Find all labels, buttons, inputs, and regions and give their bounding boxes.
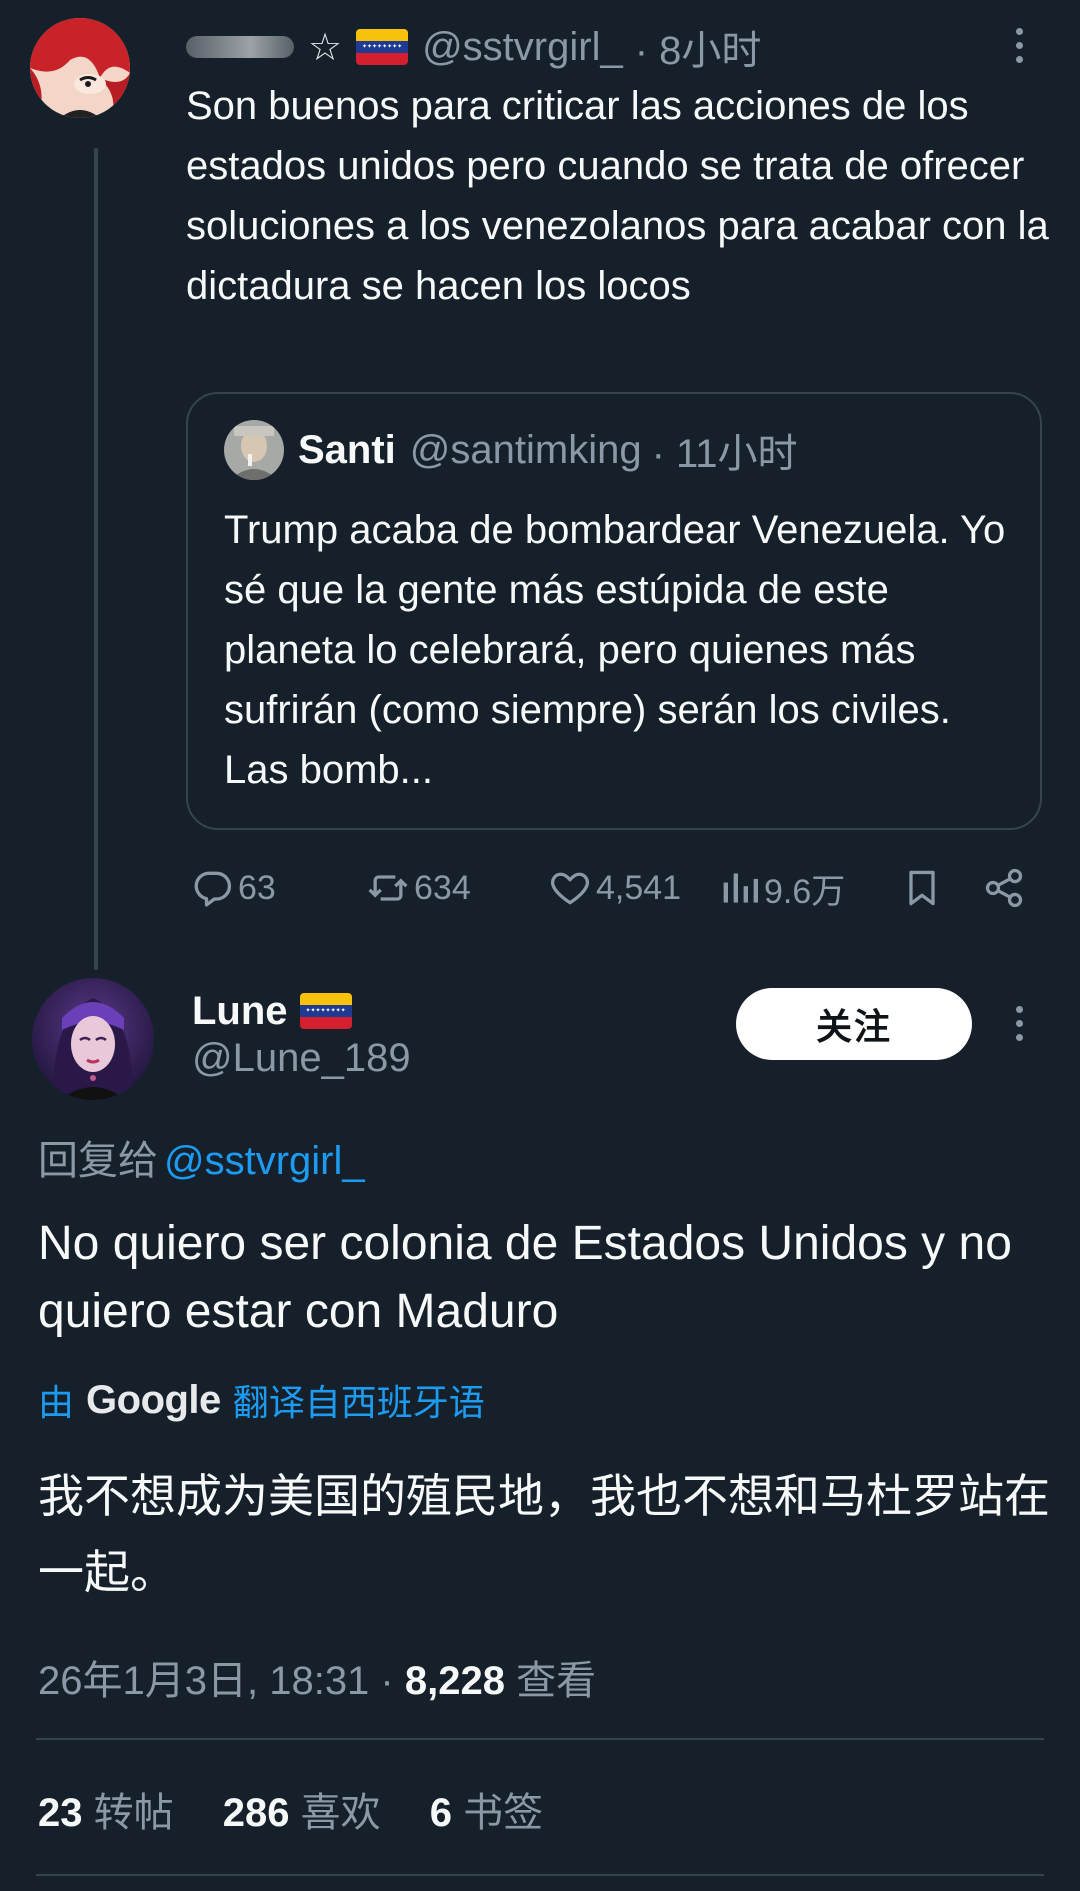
bookmark-button[interactable] — [896, 858, 944, 918]
parent-tweet-time[interactable]: · 8小时 — [635, 18, 762, 76]
repost-icon — [366, 866, 410, 910]
main-author-handle[interactable]: @Lune_189 — [192, 1036, 411, 1081]
parent-tweet-header: ☆ ✦✦✦✦✦✦✦✦ @sstvrgirl_ · 8小时 — [186, 18, 761, 76]
share-button[interactable] — [978, 858, 1026, 918]
heart-icon — [548, 866, 592, 910]
quoted-author-handle: @santimking — [409, 427, 642, 472]
like-count: 4,541 — [596, 868, 682, 907]
main-more-options-icon[interactable] — [1014, 1006, 1024, 1041]
translated-tweet-text: 我不想成为美国的殖民地，我也不想和马杜罗站在一起。 — [38, 1470, 1050, 1598]
quoted-author-avatar — [224, 420, 284, 480]
engagement-stats: 23 转帖 286 喜欢 6 书签 — [38, 1780, 581, 1838]
tweet-timestamp[interactable]: 26年1月3日, 18:31 · — [38, 1659, 394, 1703]
reply-button[interactable]: 63 — [186, 858, 276, 918]
quoted-author-name: Santi — [298, 427, 396, 472]
analytics-icon — [720, 866, 760, 910]
translation-attribution[interactable]: 由 Google 翻译自西班牙语 — [38, 1372, 485, 1428]
parent-action-bar: 63 634 4,541 9.6万 — [186, 858, 1046, 918]
quoted-tweet-header: Santi @santimking · 11小时 — [224, 418, 798, 482]
bookmarks-stat[interactable]: 6 书签 — [430, 1791, 543, 1835]
likes-stat[interactable]: 286 喜欢 — [223, 1791, 381, 1835]
star-icon: ☆ — [308, 26, 343, 69]
reposts-stat[interactable]: 23 转帖 — [38, 1791, 174, 1835]
venezuela-flag-icon: ✦✦✦✦✦✦✦✦ — [356, 29, 409, 65]
divider — [36, 1874, 1044, 1876]
quoted-tweet-text: Trump acaba de bombardear Venezuela. Yo … — [224, 508, 1006, 792]
reply-context: 回复给 @sstvrgirl_ — [38, 1128, 365, 1186]
tweet-views-count: 8,228 — [404, 1659, 505, 1703]
reply-prefix: 回复给 — [38, 1139, 158, 1183]
main-author-avatar[interactable] — [32, 978, 154, 1100]
share-icon — [982, 866, 1026, 910]
main-author-name-row[interactable]: Lune ✦✦✦✦✦✦✦✦ — [192, 978, 352, 1044]
repost-button[interactable]: 634 — [362, 858, 471, 918]
main-author-name[interactable]: Lune — [192, 989, 288, 1034]
tweet-views-label: 查看 — [516, 1659, 597, 1703]
venezuela-flag-icon: ✦✦✦✦✦✦✦✦ — [299, 993, 352, 1029]
parent-author-handle[interactable]: @sstvrgirl_ — [422, 25, 623, 70]
google-logo: Google — [86, 1377, 221, 1422]
repost-count: 634 — [414, 868, 471, 907]
quoted-tweet-card[interactable]: Santi @santimking · 11小时 Trump acaba de … — [186, 392, 1042, 830]
views-button[interactable]: 9.6万 — [716, 858, 845, 918]
thread-connector-line — [94, 148, 98, 970]
tweet-timestamp-line: 26年1月3日, 18:31 · 8,228 查看 — [38, 1648, 596, 1706]
bookmark-icon — [900, 866, 944, 910]
redacted-display-name — [186, 36, 294, 58]
translate-suffix: 翻译自西班牙语 — [232, 1382, 485, 1423]
parent-tweet-text: Son buenos para criticar las acciones de… — [186, 84, 1049, 308]
views-count: 9.6万 — [764, 872, 846, 911]
parent-more-options-icon[interactable] — [1014, 28, 1024, 63]
like-button[interactable]: 4,541 — [544, 858, 681, 918]
follow-button[interactable]: 关注 — [736, 988, 972, 1060]
divider — [36, 1738, 1044, 1740]
main-tweet-text: No quiero ser colonia de Estados Unidos … — [38, 1217, 1012, 1338]
reply-count: 63 — [238, 868, 276, 907]
reply-target-handle[interactable]: @sstvrgirl_ — [164, 1139, 365, 1183]
translate-prefix: 由 — [38, 1382, 75, 1423]
reply-icon — [190, 866, 234, 910]
parent-author-avatar[interactable] — [30, 18, 130, 118]
quoted-tweet-time: · 11小时 — [651, 432, 798, 476]
